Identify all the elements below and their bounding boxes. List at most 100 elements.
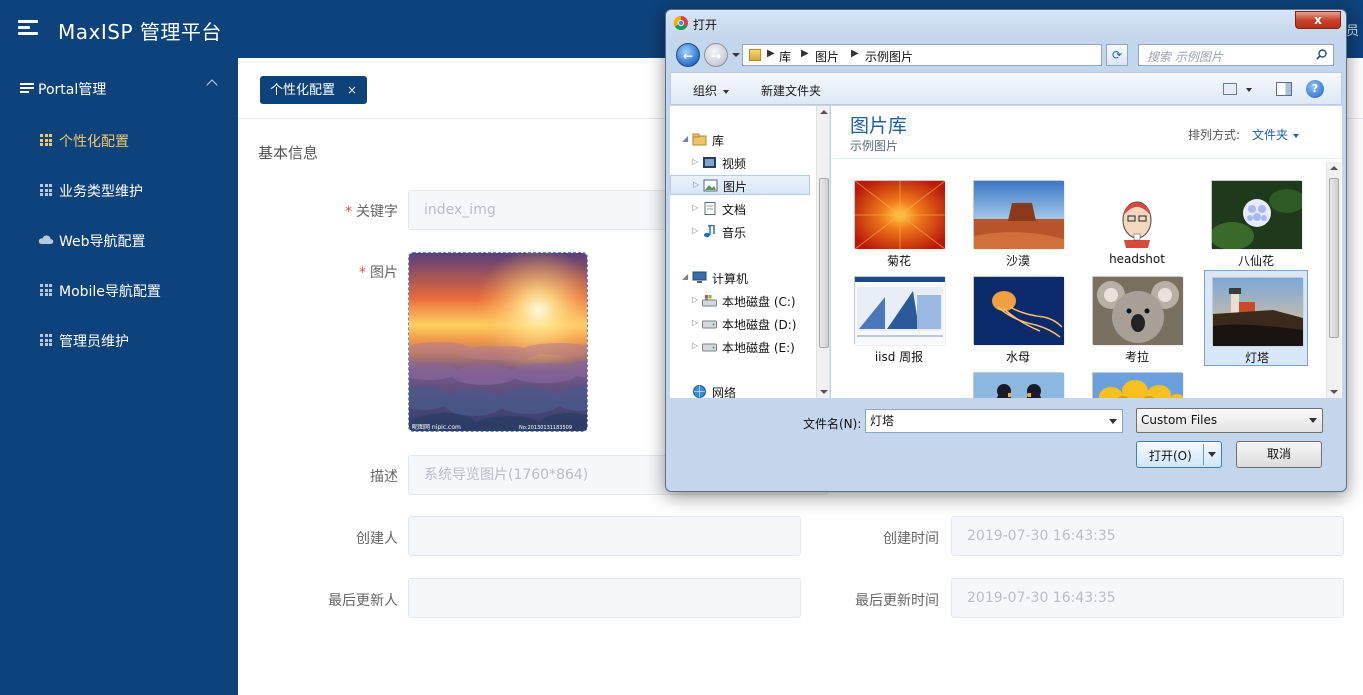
nav-item-computer[interactable]: ◢ 计算机 [670,268,810,288]
updated-time-label: 最后更新时间 [855,593,939,609]
cancel-button[interactable]: 取消 [1236,441,1322,468]
tab-personalization[interactable]: 个性化配置 × [260,76,368,104]
file-item-chrysanthemum[interactable]: 菊花 [847,174,951,270]
nav-item-label: 计算机 [712,272,749,286]
folder-icon [749,49,761,61]
user-name-fragment[interactable]: 员 [1346,20,1359,39]
expander-icon[interactable]: ▷ [692,226,698,235]
filename-dropdown-icon[interactable] [1109,419,1117,424]
file-item-jellyfish[interactable]: 水母 [966,270,1070,366]
open-button-label: 打开(O) [1149,449,1192,463]
expander-icon[interactable]: ▷ [692,157,698,166]
sidebar-item-business-types[interactable]: 业务类型维护 [0,175,238,205]
created-time-input[interactable]: 2019-07-30 16:43:35 [951,516,1344,556]
address-field[interactable]: ▶ 库 ▶ 图片 ▶ 示例图片 [742,44,1165,66]
nav-item-network[interactable]: 网络 [670,382,810,398]
file-type-select[interactable]: Custom Files [1136,408,1323,433]
scroll-up-icon[interactable] [1330,166,1338,170]
breadcrumb-item[interactable]: 库 [779,48,791,65]
app-title: MaxISP 管理平台 [58,20,222,44]
nav-item-music[interactable]: ▷ 音乐 [670,222,810,242]
nav-item-videos[interactable]: ▷ 视频 [670,153,810,173]
forward-button[interactable]: → [704,43,728,67]
dialog-title: 打开 [693,18,718,32]
dialog-toolbar: 组织 新建文件夹 ? [670,72,1342,105]
expander-icon[interactable]: ◢ [682,134,688,143]
updater-input[interactable] [408,578,801,618]
scroll-up-icon[interactable] [820,110,828,114]
scroll-thumb[interactable] [819,178,829,348]
nav-item-pictures[interactable]: ▷ 图片 [670,175,810,195]
nav-item-label: 本地磁盘 (D:) [722,318,797,332]
expander-icon[interactable]: ▷ [692,341,698,350]
expander-icon[interactable]: ▷ [692,318,698,327]
nav-item-label: 网络 [712,386,737,398]
file-item-lighthouse[interactable]: 灯塔 [1204,270,1308,366]
dialog-close-button[interactable]: x [1295,11,1341,29]
sort-dropdown[interactable]: 文件夹 [1252,126,1300,143]
scroll-thumb[interactable] [1329,178,1339,338]
creator-input[interactable] [408,516,801,556]
dialog-titlebar[interactable]: 打开 [666,10,1346,38]
filename-value: 灯塔 [870,414,895,428]
nav-item-label: 本地磁盘 (E:) [722,341,795,355]
sidebar-item-web-nav[interactable]: Web导航配置 [0,225,238,255]
section-title: 基本信息 [258,144,319,162]
scroll-down-icon[interactable] [820,390,828,394]
file-item-hydrangea[interactable]: 八仙花 [1204,174,1308,270]
caret-down-icon [723,89,730,94]
sidebar-item-admins[interactable]: 管理员维护 [0,325,238,355]
back-button[interactable]: ← [676,43,700,67]
nav-item-libraries[interactable]: ◢ 库 [670,130,810,150]
nav-item-documents[interactable]: ▷ 文档 [670,199,810,219]
expander-icon[interactable]: ▷ [692,295,698,304]
breadcrumb-item[interactable]: 示例图片 [865,48,913,65]
nav-item-drive-d[interactable]: ▷ 本地磁盘 (D:) [670,314,810,334]
nav-pane-scrollbar[interactable] [816,106,829,398]
breadcrumb-item[interactable]: 图片 [815,48,839,65]
file-item-desert[interactable]: 沙漠 [966,174,1070,270]
search-input[interactable]: 搜索 示例图片 [1138,44,1334,66]
sidebar-group-portal[interactable]: Portal管理 [0,76,238,100]
breadcrumb-separator-icon: ▶ [851,48,859,59]
help-icon[interactable]: ? [1306,80,1324,98]
navigation-pane: ◢ 库 ▷ 视频 ▷ 图片 ▷ 文档 ▷ 音乐 ◢ 计算机 ▷ 本地磁盘 (C:… [670,106,830,398]
scroll-down-icon[interactable] [1330,390,1338,394]
image-label: * 图片 [238,262,398,282]
image-label-text: 图片 [370,265,398,281]
open-button[interactable]: 打开(O) [1136,441,1222,468]
updated-time-input[interactable]: 2019-07-30 16:43:35 [951,578,1344,618]
sidebar-item-personalization[interactable]: 个性化配置 [0,125,238,155]
file-item-penguins[interactable] [966,366,1070,398]
view-mode-icon[interactable] [1223,83,1237,95]
nav-item-drive-e[interactable]: ▷ 本地磁盘 (E:) [670,337,810,357]
preview-pane-icon[interactable] [1276,82,1292,96]
refresh-button[interactable]: ⟳ [1106,44,1128,66]
expander-icon[interactable]: ◢ [682,272,688,281]
file-item-tulips[interactable] [1085,366,1189,398]
caret-down-icon [1309,418,1317,423]
organize-label: 组织 [693,84,718,98]
sidebar-item-mobile-nav[interactable]: Mobile导航配置 [0,275,238,305]
grid-icon [40,284,52,296]
filename-input[interactable]: 灯塔 [865,409,1123,433]
file-item-headshot[interactable]: headshot [1085,174,1189,270]
file-item-iisd-report[interactable]: iisd 周报 [847,270,951,366]
file-list-scrollbar[interactable] [1326,162,1341,398]
view-dropdown-icon[interactable] [1246,88,1252,92]
file-item-koala[interactable]: 考拉 [1085,270,1189,366]
menu-toggle-icon[interactable] [18,20,38,36]
new-folder-button[interactable]: 新建文件夹 [761,82,821,99]
expander-icon[interactable]: ▷ [692,203,698,212]
expander-icon[interactable]: ▷ [693,180,699,189]
open-options-dropdown-icon[interactable] [1208,452,1216,457]
file-thumbnail [973,372,1064,398]
organize-button[interactable]: 组织 [693,82,730,99]
recent-locations-dropdown[interactable] [732,53,740,57]
nav-item-label: 视频 [722,157,747,171]
file-name: 水母 [1005,350,1030,364]
image-upload[interactable]: 昵图网 nipic.com No:20130131183509 [408,252,588,432]
nav-item-drive-c[interactable]: ▷ 本地磁盘 (C:) [670,291,810,311]
sidebar-item-label: Web导航配置 [59,234,146,250]
tab-close-icon[interactable]: × [347,83,357,97]
